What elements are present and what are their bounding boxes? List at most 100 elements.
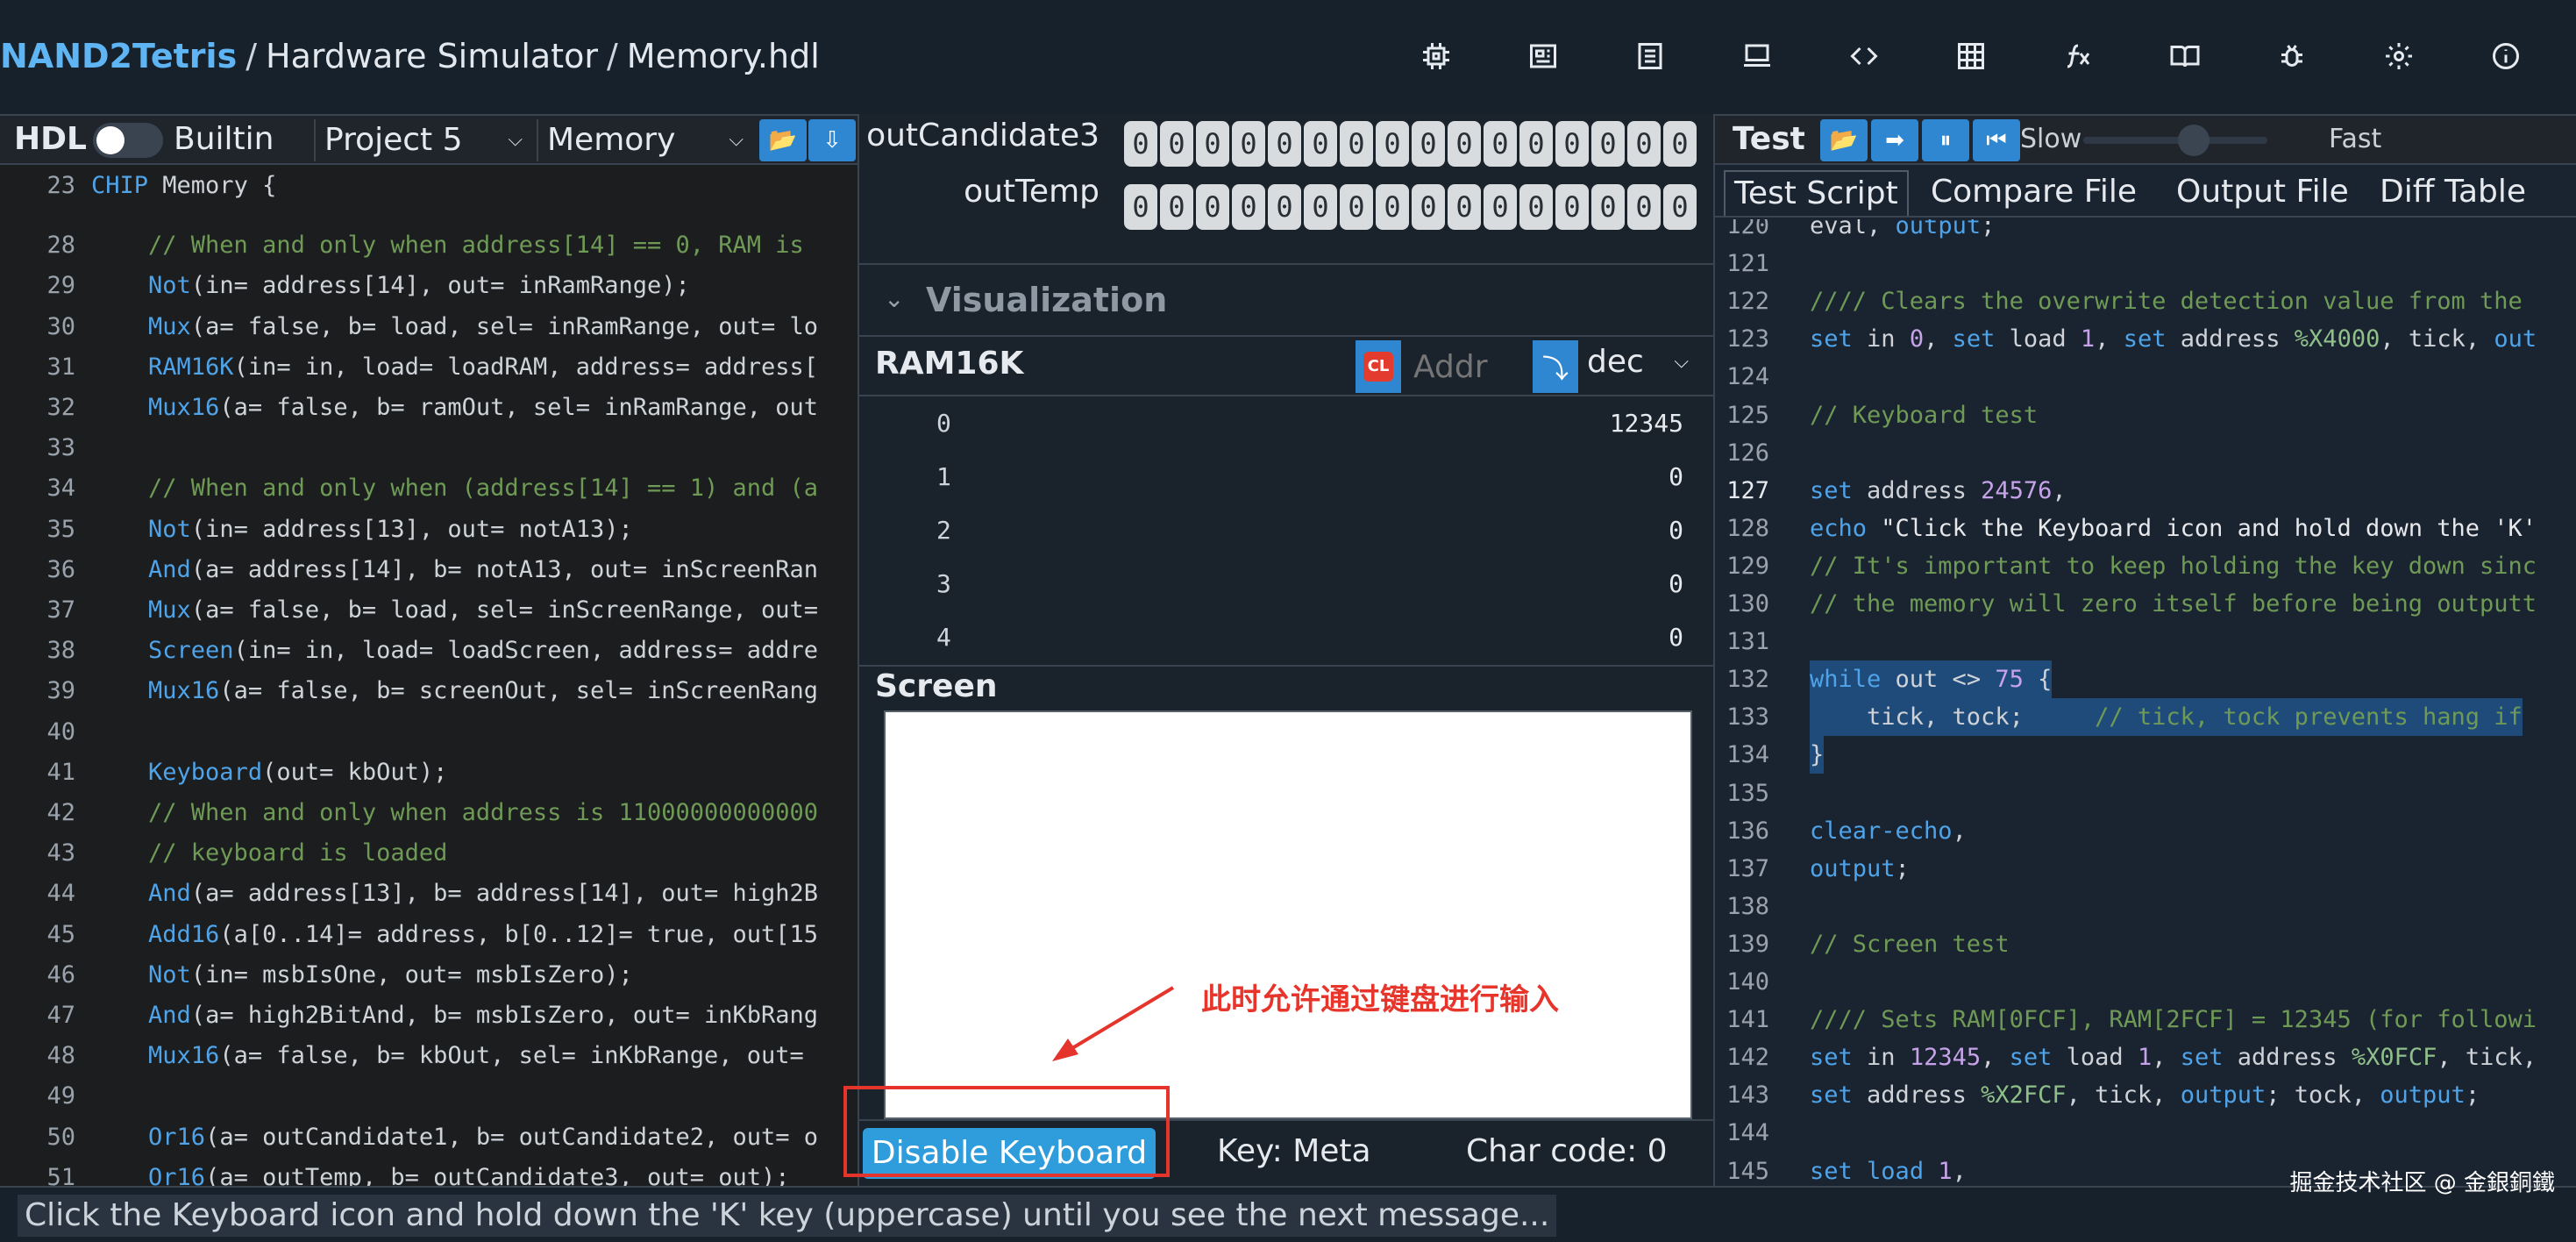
- breadcrumb-separator: /: [606, 37, 618, 75]
- pin-bit[interactable]: 0: [1304, 121, 1337, 167]
- speed-slider-track[interactable]: [2083, 137, 2267, 144]
- code-text: Or16(a= outTemp, b= outCandidate3, out= …: [148, 1163, 790, 1186]
- visualization-header[interactable]: ⌄ Visualization: [859, 263, 1713, 333]
- jump-to-address-button[interactable]: ⤵: [1533, 340, 1578, 393]
- pin-bit[interactable]: 0: [1376, 184, 1409, 230]
- builtin-toggle[interactable]: [93, 123, 163, 158]
- pin-bit[interactable]: 0: [1663, 184, 1697, 230]
- chip-select[interactable]: Memory ⌵: [537, 119, 756, 161]
- ram-row[interactable]: 20: [859, 507, 1713, 561]
- ram-format-select[interactable]: dec ⌵: [1587, 344, 1710, 389]
- download-button[interactable]: ⇩: [808, 119, 856, 161]
- hdl-code-editor[interactable]: 23 CHIP Memory {28 // When and only when …: [0, 167, 857, 1186]
- project-select[interactable]: Project 5 ⌵: [314, 119, 535, 161]
- ram-row[interactable]: 40: [859, 614, 1713, 668]
- pin-bit[interactable]: 0: [1412, 184, 1445, 230]
- pin-bit[interactable]: 0: [1340, 121, 1373, 167]
- code-line: 32 Mux16(a= false, b= ramOut, sel= inRam…: [0, 389, 857, 426]
- tab-compare-file[interactable]: Compare File: [1922, 170, 2145, 216]
- line-number: 35: [46, 515, 75, 543]
- ram-row[interactable]: 0 12345: [859, 400, 1713, 454]
- pin-bit[interactable]: 0: [1196, 121, 1229, 167]
- tab-test-script[interactable]: Test Script: [1724, 170, 1909, 216]
- pin-bit[interactable]: 0: [1124, 184, 1157, 230]
- open-test-button[interactable]: 📂: [1820, 119, 1868, 161]
- pin-bit[interactable]: 0: [1519, 121, 1553, 167]
- pause-button[interactable]: ⏸: [1922, 119, 1969, 161]
- code-text: Mux16(a= false, b= screenOut, sel= inScr…: [148, 677, 819, 705]
- pin-bit[interactable]: 0: [1663, 121, 1697, 167]
- line-number: 34: [46, 475, 75, 503]
- pin-bit[interactable]: 0: [1268, 184, 1301, 230]
- breadcrumb-hardware-simulator[interactable]: Hardware Simulator: [266, 37, 598, 75]
- brand-link[interactable]: NAND2Tetris: [0, 37, 237, 75]
- line-number: 43: [46, 839, 75, 867]
- gear-icon[interactable]: [2374, 32, 2423, 81]
- line-number: 123: [1726, 325, 1769, 353]
- pin-bit[interactable]: 0: [1376, 121, 1409, 167]
- code-text: Keyboard(out= kbOut);: [148, 758, 448, 786]
- line-number: 33: [46, 434, 75, 462]
- code-text: // When and only when address is 1100000…: [91, 799, 819, 826]
- pin-bit[interactable]: 0: [1160, 184, 1193, 230]
- chip-icon[interactable]: [1412, 32, 1461, 81]
- pin-bit[interactable]: 0: [1268, 121, 1301, 167]
- pin-bit[interactable]: 0: [1232, 184, 1265, 230]
- monitor-icon[interactable]: [1733, 32, 1782, 81]
- test-script-editor[interactable]: 120 eval, output; 121 122 //// Clears the ov…: [1715, 219, 2576, 1186]
- reset-button[interactable]: ⏮: [1973, 119, 2020, 161]
- tab-diff-table[interactable]: Diff Table: [2371, 170, 2535, 216]
- pin-bit[interactable]: 0: [1519, 184, 1553, 230]
- tab-output-file[interactable]: Output File: [2167, 170, 2358, 216]
- pin-bit[interactable]: 0: [1304, 184, 1337, 230]
- script-line: 123 set in 0, set load 1, set address %X4…: [1715, 320, 2576, 358]
- code-line: 34 // When and only when (address[14] ==…: [0, 469, 857, 507]
- function-icon[interactable]: [2053, 32, 2103, 81]
- info-icon[interactable]: [2481, 32, 2530, 81]
- pin-bit[interactable]: 0: [1591, 121, 1625, 167]
- pin-bits: 0000000000000000: [1124, 184, 1699, 230]
- code-text: Or16(a= outCandidate1, b= outCandidate2,…: [148, 1123, 819, 1151]
- list-icon[interactable]: [1626, 32, 1675, 81]
- book-icon[interactable]: [2160, 32, 2210, 81]
- open-folder-button[interactable]: 📂: [759, 119, 807, 161]
- board-icon[interactable]: [1519, 32, 1568, 81]
- ram-row[interactable]: 30: [859, 560, 1713, 615]
- script-text: eval, output;: [1810, 219, 1996, 239]
- clear-ram-button[interactable]: CL: [1356, 340, 1401, 393]
- code-line: 48 Mux16(a= false, b= kbOut, sel= inKbRa…: [0, 1037, 857, 1074]
- code-line: 29 Not(in= address[14], out= inRamRange)…: [0, 267, 857, 304]
- pin-bit[interactable]: 0: [1448, 121, 1481, 167]
- pin-bit[interactable]: 0: [1627, 121, 1661, 167]
- pin-bit[interactable]: 0: [1412, 121, 1445, 167]
- pin-bit[interactable]: 0: [1484, 121, 1517, 167]
- pin-bit[interactable]: 0: [1555, 121, 1589, 167]
- code-icon[interactable]: [1839, 32, 1889, 81]
- line-number: 32: [46, 394, 75, 421]
- ram-row[interactable]: 10: [859, 453, 1713, 508]
- code-text: CHIP Memory {: [91, 172, 277, 199]
- pin-bit[interactable]: 0: [1555, 184, 1589, 230]
- bug-icon[interactable]: [2267, 32, 2316, 81]
- ram-address-input[interactable]: [1405, 340, 1527, 393]
- pin-bit[interactable]: 0: [1196, 184, 1229, 230]
- line-number: 40: [46, 717, 75, 746]
- pin-bit[interactable]: 0: [1124, 121, 1157, 167]
- code-line: 45 Add16(a[0..14]= address, b[0..12]= tr…: [0, 916, 857, 953]
- pin-bit[interactable]: 0: [1627, 184, 1661, 230]
- pin-bit[interactable]: 0: [1232, 121, 1265, 167]
- pin-bit[interactable]: 0: [1448, 184, 1481, 230]
- grid-icon[interactable]: [1946, 32, 1996, 81]
- script-line: 121: [1715, 245, 2576, 282]
- pin-bit[interactable]: 0: [1160, 121, 1193, 167]
- key-readout: Key: Meta: [1217, 1133, 1371, 1169]
- pin-bit[interactable]: 0: [1591, 184, 1625, 230]
- code-text: RAM16K(in= in, load= loadRAM, address= a…: [148, 353, 819, 381]
- pin-bit[interactable]: 0: [1484, 184, 1517, 230]
- step-button[interactable]: ➡: [1871, 119, 1918, 161]
- line-number: 28: [46, 232, 75, 260]
- pin-bit[interactable]: 0: [1340, 184, 1373, 230]
- code-text: Mux(a= false, b= load, sel= inScreenRang…: [148, 596, 819, 624]
- chevron-down-icon: ⌵: [1674, 351, 1689, 373]
- speed-slider-handle[interactable]: [2178, 125, 2210, 156]
